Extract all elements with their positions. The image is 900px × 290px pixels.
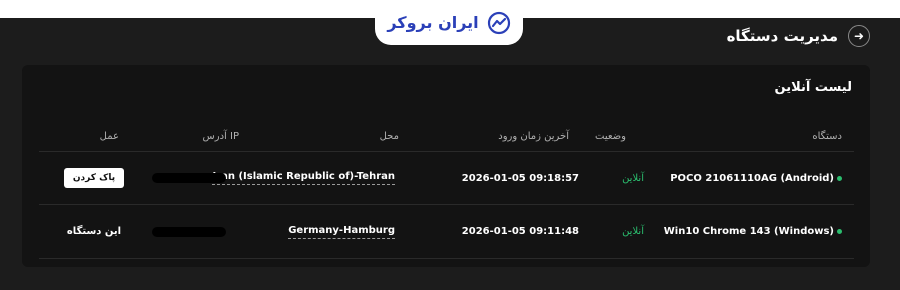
table-row: Win10 Chrome 143 (Windows) آنلاین 2026-0…	[39, 205, 854, 259]
device-cell: POCO 21061110AG (Android)	[670, 152, 842, 204]
device-name: Win10 Chrome 143 (Windows)	[663, 226, 834, 237]
brand-logo[interactable]: ایران بروکر	[375, 0, 523, 45]
device-cell: Win10 Chrome 143 (Windows)	[664, 205, 842, 258]
page-header: ➜ مدیریت دستگاه	[727, 24, 870, 48]
chart-trend-icon	[487, 11, 510, 34]
current-device-label: این دستگاه	[66, 226, 122, 237]
last-login-value: 2026-01-05 09:11:48	[461, 226, 579, 237]
table-row: POCO 21061110AG (Android) آنلاین 2026-01…	[39, 151, 854, 205]
status-cell: آنلاین	[622, 152, 644, 204]
brand-logo-text: ایران بروکر	[387, 13, 479, 32]
device-name: POCO 21061110AG (Android)	[670, 172, 834, 184]
status-cell: آنلاین	[622, 205, 644, 258]
column-header-ip: آدرس IP	[202, 130, 239, 142]
ip-cell	[134, 152, 244, 204]
device-table: دستگاه وضعیت آخرین زمان ورود محل آدرس IP…	[39, 121, 854, 259]
online-list-card: لیست آنلاین دستگاه وضعیت آخرین زمان ورود…	[22, 65, 870, 267]
remove-device-button[interactable]: پاک کردن	[63, 168, 125, 188]
status-badge: آنلاین	[622, 172, 644, 184]
last-login-cell: 2026-01-05 09:18:57	[429, 152, 579, 204]
online-dot-icon	[837, 229, 842, 234]
status-badge: آنلاین	[622, 226, 644, 237]
last-login-value: 2026-01-05 09:18:57	[461, 172, 579, 184]
column-header-action: عمل	[99, 130, 119, 142]
location-cell: Germany-Hamburg	[229, 205, 395, 258]
ip-redacted-mask	[152, 226, 226, 237]
column-header-last-login: آخرین زمان ورود	[498, 130, 569, 142]
last-login-cell: 2026-01-05 09:11:48	[429, 205, 579, 258]
ip-cell	[134, 205, 244, 258]
online-dot-icon	[837, 175, 842, 181]
page-title: مدیریت دستگاه	[726, 27, 838, 45]
ip-redacted-mask	[152, 173, 226, 183]
card-title: لیست آنلاین	[774, 80, 853, 95]
column-header-device: دستگاه	[812, 130, 842, 142]
action-cell: این دستگاه	[59, 205, 129, 258]
location-cell: Iran (Islamic Republic of)-Tehran	[212, 152, 395, 204]
table-header-row: دستگاه وضعیت آخرین زمان ورود محل آدرس IP…	[39, 121, 854, 151]
location-value[interactable]: Germany-Hamburg	[288, 225, 395, 239]
arrow-right-icon: ➜	[853, 29, 865, 43]
back-button[interactable]: ➜	[848, 25, 870, 47]
action-cell: پاک کردن	[59, 152, 129, 204]
column-header-location: محل	[379, 130, 399, 142]
column-header-status: وضعیت	[595, 130, 626, 142]
